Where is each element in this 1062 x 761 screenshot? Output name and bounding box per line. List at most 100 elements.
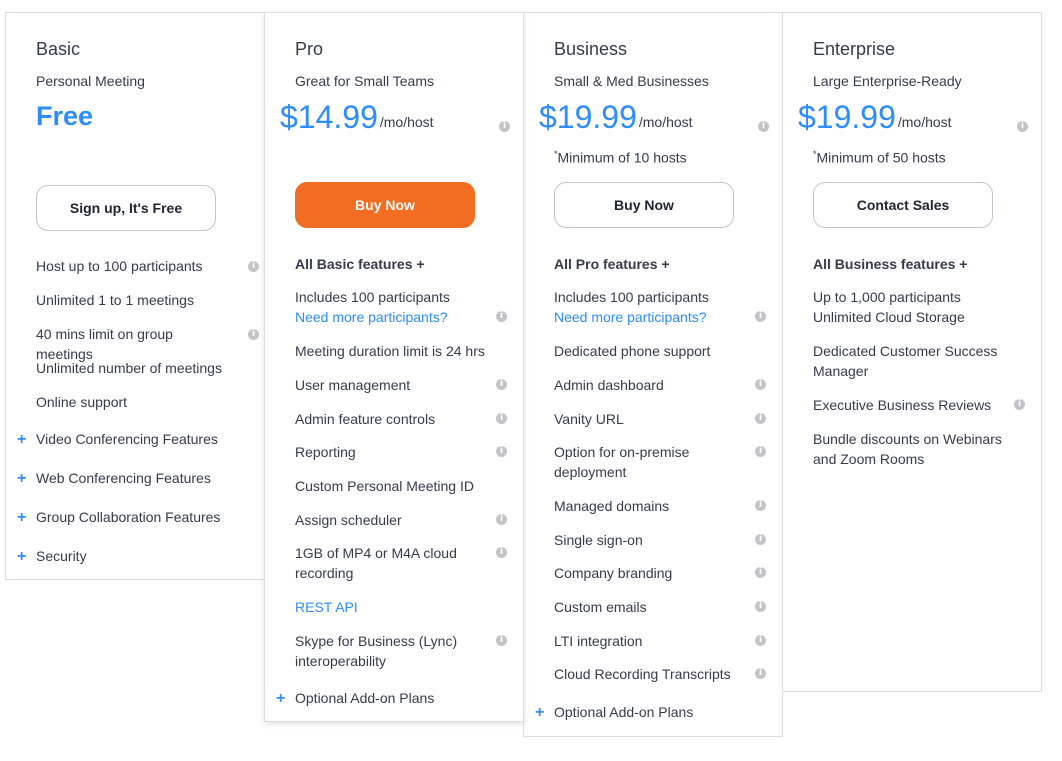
feature-label: Includes 100 participants [554,289,709,305]
feature-item: Managed domains i [554,496,772,530]
plan-subtitle: Personal Meeting [36,73,145,89]
feature-list: All Business features + Up to 1,000 part… [813,254,1031,469]
feature-label: Admin feature controls [295,411,436,427]
feature-item: Single sign-on i [554,530,772,563]
info-icon[interactable]: i [496,413,507,424]
feature-label: Host up to 100 participants [36,258,203,274]
info-icon[interactable]: i [755,413,766,424]
need-more-participants-link[interactable]: Need more participants? [295,307,487,327]
info-icon[interactable]: i [755,635,766,646]
contact-sales-button[interactable]: Contact Sales [813,182,993,228]
feature-item: Includes 100 participants Need more part… [554,287,772,341]
info-icon[interactable]: i [755,668,766,679]
plan-card-basic: Basic Personal Meeting Free Sign up, It'… [5,12,265,580]
plan-card-enterprise: Enterprise Large Enterprise-Ready $19.99… [782,12,1042,692]
expand-label: Optional Add-on Plans [554,704,694,720]
price-unit: /mo/host [638,114,693,130]
info-icon[interactable]: i [755,311,766,322]
plan-subtitle: Small & Med Businesses [554,73,709,89]
feature-label: Up to 1,000 participants [813,289,961,305]
feature-label: Managed domains [554,498,670,514]
feature-item: Admin feature controls i [295,409,513,442]
signup-free-button[interactable]: Sign up, It's Free [36,185,216,231]
plan-name: Business [554,39,628,59]
minimum-hosts: *Minimum of 50 hosts [813,149,946,166]
feature-label: Cloud Recording Transcripts [554,666,731,682]
info-icon[interactable]: i [755,601,766,612]
feature-item: Meeting duration limit is 24 hrs [295,341,513,375]
price-unit: /mo/host [897,114,952,130]
minimum-label: Minimum of 50 hosts [816,149,946,166]
info-icon[interactable]: i [496,379,507,390]
price-unit: /mo/host [379,114,434,130]
feature-list: All Pro features + Includes 100 particip… [535,254,772,721]
plus-icon: + [17,548,27,565]
feature-list: All Basic features + Includes 100 partic… [276,254,513,707]
feature-label: Bundle discounts on Webinars and Zoom Ro… [813,431,1002,467]
feature-item: Unlimited number of meetings [36,358,255,392]
info-icon[interactable]: i [496,311,507,322]
feature-label: Option for on-premise deployment [554,444,690,480]
plus-icon: + [276,690,286,707]
info-icon[interactable]: i [248,329,259,340]
rest-api-link[interactable]: REST API [295,597,513,631]
feature-label: Reporting [295,444,356,460]
feature-item: Includes 100 participants Need more part… [295,287,513,341]
buy-now-button[interactable]: Buy Now [295,182,475,228]
expand-video-conferencing[interactable]: + Video Conferencing Features [17,431,255,470]
expand-addon-plans[interactable]: + Optional Add-on Plans [535,704,772,721]
need-more-participants-link[interactable]: Need more participants? [554,307,746,327]
feature-label: User management [295,377,411,393]
feature-label: Admin dashboard [554,377,664,393]
feature-label: Custom Personal Meeting ID [295,478,474,494]
plan-subtitle: Great for Small Teams [295,73,435,89]
info-icon[interactable]: i [758,121,769,132]
feature-item: Assign scheduler i [295,510,513,543]
plus-icon: + [17,509,27,526]
expand-security[interactable]: + Security [17,548,255,578]
buy-now-button[interactable]: Buy Now [554,182,734,228]
feature-label: Online support [36,394,128,410]
expand-addon-plans[interactable]: + Optional Add-on Plans [276,690,513,707]
info-icon[interactable]: i [496,635,507,646]
expand-group-collaboration[interactable]: + Group Collaboration Features [17,509,255,548]
plan-price: Free [36,101,94,131]
info-icon[interactable]: i [248,261,259,272]
feature-list: Host up to 100 participants i Unlimited … [17,256,259,578]
info-icon[interactable]: i [1017,121,1028,132]
info-icon[interactable]: i [755,446,766,457]
info-icon[interactable]: i [496,547,507,558]
feature-label: Custom emails [554,599,647,615]
info-icon[interactable]: i [755,379,766,390]
feature-item: Executive Business Reviews i [813,395,1031,429]
plan-name: Basic [36,39,81,59]
feature-label: Includes 100 participants [295,289,450,305]
plan-price: $14.99 [280,99,378,135]
info-icon[interactable]: i [496,514,507,525]
plan-price: $19.99 [539,99,637,135]
expand-web-conferencing[interactable]: + Web Conferencing Features [17,470,255,509]
feature-header: All Pro features + [554,256,670,272]
info-icon[interactable]: i [755,534,766,545]
price-row: $19.99/mo/host i [539,99,779,139]
info-icon[interactable]: i [1014,399,1025,410]
feature-item: Skype for Business (Lync) interoperabili… [295,631,513,690]
info-icon[interactable]: i [499,121,510,132]
info-icon[interactable]: i [755,567,766,578]
feature-item: Host up to 100 participants i [36,256,259,290]
feature-label: Unlimited Cloud Storage [813,309,965,325]
feature-label: Vanity URL [554,411,624,427]
feature-label: Dedicated Customer Success Manager [813,343,998,379]
expand-label: Group Collaboration Features [36,509,221,525]
info-icon[interactable]: i [496,446,507,457]
expand-label: Web Conferencing Features [36,470,211,486]
feature-item: Custom Personal Meeting ID [295,476,513,510]
feature-item: Dedicated Customer Success Manager [813,341,1031,395]
feature-label: 1GB of MP4 or M4A cloud recording [295,545,457,581]
feature-label: LTI integration [554,633,643,649]
feature-label: REST API [295,599,358,615]
plan-card-pro: Pro Great for Small Teams $14.99/mo/host… [264,12,524,722]
info-icon[interactable]: i [755,500,766,511]
plan-card-business: Business Small & Med Businesses $19.99/m… [523,12,783,737]
feature-label: Meeting duration limit is 24 hrs [295,343,485,359]
